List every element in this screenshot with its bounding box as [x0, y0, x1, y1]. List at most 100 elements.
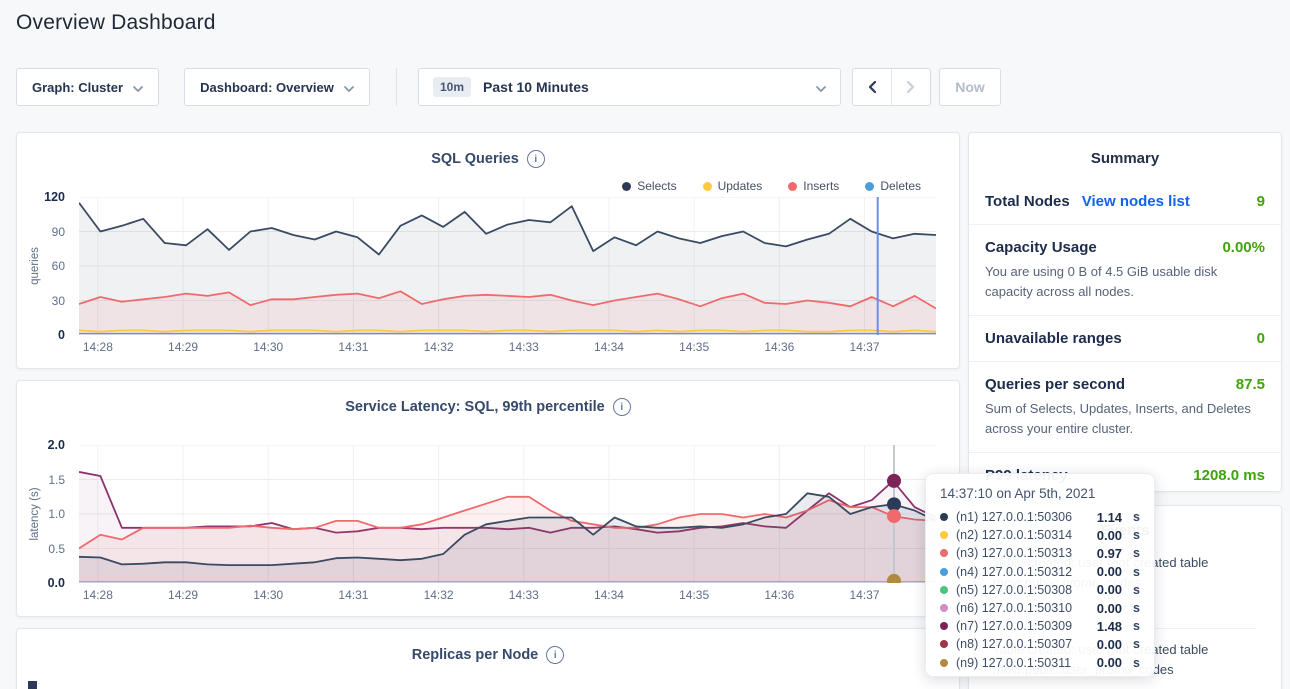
time-range-label: Past 10 Minutes	[483, 79, 589, 95]
node-address: (n5) 127.0.0.1:50308	[956, 583, 1089, 597]
legend-dot-icon	[622, 182, 631, 191]
y-tick-label: 0	[58, 328, 65, 342]
sql-queries-plot[interactable]	[79, 197, 936, 335]
x-tick-label: 14:37	[835, 588, 895, 602]
node-latency-value: 0.00	[1097, 582, 1122, 597]
sql-queries-card: SQL Queries i SelectsUpdatesInsertsDelet…	[16, 132, 960, 369]
next-range-button[interactable]	[891, 69, 930, 105]
total-nodes-value: 9	[1257, 193, 1265, 210]
node-latency-unit: s	[1133, 583, 1140, 597]
info-icon[interactable]: i	[613, 398, 631, 416]
unavailable-ranges-value: 0	[1257, 330, 1265, 347]
legend-label: Updates	[718, 179, 763, 193]
chevron-right-icon	[906, 80, 916, 94]
x-tick-label: 14:37	[835, 340, 895, 354]
legend-label: Inserts	[803, 179, 839, 193]
y-tick-label: 120	[44, 190, 65, 204]
x-tick-label: 14:31	[323, 588, 383, 602]
total-nodes-label: Total Nodes	[985, 193, 1070, 210]
legend-item-updates[interactable]: Updates	[703, 179, 763, 193]
summary-qps-section: Queries per second 87.5 Sum of Selects, …	[969, 361, 1281, 452]
node-color-dot-icon	[940, 640, 948, 648]
legend-item-inserts[interactable]: Inserts	[788, 179, 839, 193]
info-icon[interactable]: i	[546, 646, 564, 664]
summary-title: Summary	[969, 133, 1281, 173]
node-latency-value: 0.00	[1097, 564, 1122, 579]
legend-dot-icon	[788, 182, 797, 191]
service-latency-plot[interactable]	[79, 445, 936, 583]
time-range-dropdown[interactable]: 10m Past 10 Minutes	[418, 68, 841, 106]
node-latency-unit: s	[1133, 565, 1140, 579]
node-address: (n7) 127.0.0.1:50309	[956, 619, 1089, 633]
replicas-per-node-card: Replicas per Node i	[16, 628, 960, 689]
time-nav-group	[852, 68, 931, 106]
graph-scope-label: Graph: Cluster	[32, 80, 123, 95]
prev-range-button[interactable]	[853, 69, 891, 105]
node-color-dot-icon	[940, 659, 948, 667]
service-latency-plot-area: 0.00.51.01.52.0 14:2814:2914:3014:3114:3…	[17, 445, 961, 611]
x-tick-label: 14:32	[409, 340, 469, 354]
node-color-dot-icon	[940, 513, 948, 521]
node-address: (n1) 127.0.0.1:50306	[956, 510, 1089, 524]
y-tick-label: 2.0	[48, 438, 65, 452]
time-range-badge: 10m	[433, 77, 471, 97]
info-icon[interactable]: i	[527, 150, 545, 168]
node-latency-unit: s	[1133, 637, 1140, 651]
x-tick-label: 14:28	[68, 340, 128, 354]
x-tick-label: 14:30	[238, 340, 298, 354]
tooltip-row: (n5) 127.0.0.1:50308 0.00 s	[940, 581, 1140, 599]
node-latency-unit: s	[1133, 656, 1140, 670]
dashboard-label: Dashboard: Overview	[200, 80, 334, 95]
summary-panel: Summary Total Nodes View nodes list 9 Ca…	[968, 132, 1282, 492]
node-latency-unit: s	[1133, 601, 1140, 615]
view-nodes-list-link[interactable]: View nodes list	[1082, 193, 1190, 210]
sql-queries-plot-area: 0306090120 14:2814:2914:3014:3114:3214:3…	[17, 197, 961, 363]
legend-label: Deletes	[880, 179, 921, 193]
node-color-dot-icon	[940, 531, 948, 539]
qps-label: Queries per second	[985, 376, 1125, 393]
node-address: (n4) 127.0.0.1:50312	[956, 565, 1089, 579]
y-axis-labels: 0.00.51.01.52.0	[17, 445, 71, 583]
x-tick-label: 14:31	[323, 340, 383, 354]
legend-dot-icon	[865, 182, 874, 191]
y-tick-label: 1.0	[48, 507, 65, 521]
y-axis-title: queries	[29, 247, 41, 285]
node-color-dot-icon	[940, 568, 948, 576]
tooltip-rows: (n1) 127.0.0.1:503061.14s(n2) 127.0.0.1:…	[940, 508, 1140, 672]
x-tick-label: 14:34	[579, 340, 639, 354]
y-axis-labels: 0306090120	[17, 197, 71, 335]
dashboard-dropdown[interactable]: Dashboard: Overview	[184, 68, 370, 106]
node-address: (n3) 127.0.0.1:50313	[956, 546, 1089, 560]
legend-item-selects[interactable]: Selects	[622, 179, 676, 193]
node-color-dot-icon	[940, 549, 948, 557]
unavailable-ranges-label: Unavailable ranges	[985, 330, 1122, 347]
x-tick-label: 14:32	[409, 588, 469, 602]
now-button[interactable]: Now	[939, 68, 1001, 106]
p99-latency-value: 1208.0 ms	[1193, 467, 1265, 484]
x-tick-label: 14:36	[749, 340, 809, 354]
tooltip-row: (n6) 127.0.0.1:503100.00s	[940, 599, 1140, 617]
page-title: Overview Dashboard	[16, 11, 216, 35]
summary-capacity-section: Capacity Usage 0.00% You are using 0 B o…	[969, 224, 1281, 315]
capacity-usage-value: 0.00%	[1222, 239, 1265, 256]
node-address: (n2) 127.0.0.1:50314	[956, 528, 1089, 542]
tooltip-row: (n8) 127.0.0.1:503070.00s	[940, 635, 1140, 653]
summary-unavailable-section: Unavailable ranges 0	[969, 315, 1281, 361]
x-tick-label: 14:33	[494, 588, 554, 602]
x-tick-label: 14:35	[664, 588, 724, 602]
x-tick-label: 14:35	[664, 340, 724, 354]
legend-item-deletes[interactable]: Deletes	[865, 179, 921, 193]
x-axis-labels: 14:2814:2914:3014:3114:3214:3314:3414:35…	[79, 588, 936, 604]
now-button-label: Now	[955, 79, 985, 95]
node-latency-unit: s	[1133, 528, 1140, 542]
qps-subtext: Sum of Selects, Updates, Inserts, and De…	[985, 399, 1265, 438]
x-tick-label: 14:33	[494, 340, 554, 354]
x-tick-label: 14:29	[153, 588, 213, 602]
node-latency-value: 0.00	[1097, 601, 1122, 616]
node-latency-value: 0.97	[1097, 546, 1122, 561]
graph-scope-dropdown[interactable]: Graph: Cluster	[16, 68, 159, 106]
y-tick-label: 60	[52, 259, 65, 273]
node-latency-value: 0.00	[1097, 528, 1122, 543]
node-latency-value: 1.48	[1097, 619, 1122, 634]
x-tick-label: 14:28	[68, 588, 128, 602]
